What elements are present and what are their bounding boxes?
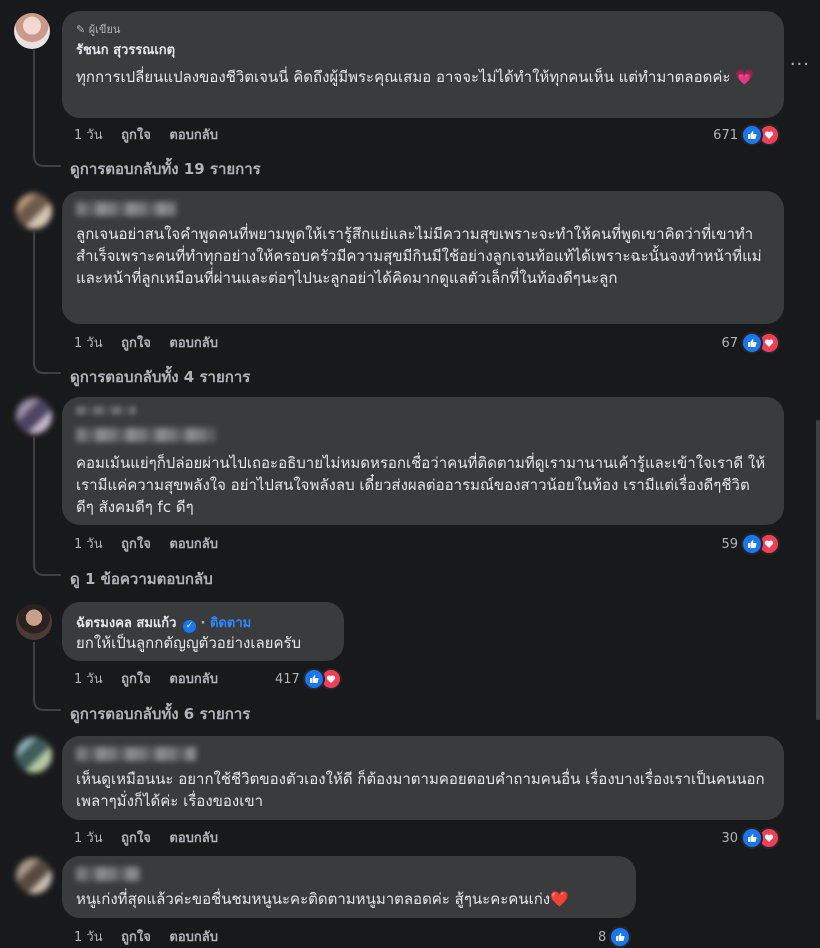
avatar[interactable] bbox=[16, 604, 52, 640]
hidden-author-badge bbox=[76, 406, 136, 415]
thread-line bbox=[33, 50, 35, 150]
comment-time[interactable]: 1 วัน bbox=[74, 672, 103, 687]
reaction-count: 8 bbox=[598, 929, 607, 945]
reaction-summary[interactable]: 59 bbox=[721, 533, 780, 555]
like-reaction-icon bbox=[302, 668, 325, 690]
view-replies-link[interactable]: ดูการตอบกลับทั้ง 19 รายการ bbox=[70, 157, 261, 181]
reaction-count: 59 bbox=[721, 536, 738, 552]
hidden-author-name bbox=[76, 867, 140, 881]
comment-text: คอมเม้นแย่ๆก็ปล่อยผ่านไปเถอะอธิบายไม่หมด… bbox=[76, 454, 766, 516]
comment-actions: 1 วัน ถูกใจ ตอบกลับ bbox=[74, 827, 232, 848]
comment-author-row: ฉัตรมงคล สมแก้ว ✓ · ติดตาม bbox=[76, 612, 251, 633]
like-reaction-icon bbox=[741, 533, 763, 555]
comment-text: เห็นดูเหมือนนะ อยากใช้ชีวิตของตัวเองให้ด… bbox=[76, 770, 765, 810]
comment-text: ทุกการเปลี่ยนแปลงของชีวิตเจนนี่ คิดถึงผู… bbox=[76, 68, 754, 86]
avatar[interactable] bbox=[16, 737, 52, 773]
reaction-summary[interactable]: 67 bbox=[721, 332, 780, 354]
reply-button[interactable]: ตอบกลับ bbox=[169, 336, 218, 351]
thread-connector bbox=[33, 557, 61, 576]
like-reaction-icon bbox=[741, 827, 763, 849]
reply-button[interactable]: ตอบกลับ bbox=[169, 537, 218, 552]
hidden-author-name bbox=[76, 428, 216, 442]
hidden-author-name bbox=[76, 202, 176, 216]
reply-button[interactable]: ตอบกลับ bbox=[169, 930, 218, 945]
view-replies-link[interactable]: ดูการตอบกลับทั้ง 4 รายการ bbox=[70, 365, 250, 389]
more-options-icon[interactable]: ··· bbox=[790, 54, 810, 75]
like-button[interactable]: ถูกใจ bbox=[121, 831, 151, 846]
comment-author[interactable]: รัชนก สุวรรณเกตุ bbox=[76, 39, 175, 60]
comment-text: ลูกเจนอย่าสนใจคำพูดคนที่พยามพูดให้เรารู้… bbox=[76, 225, 762, 287]
comment-actions: 1 วัน ถูกใจ ตอบกลับ bbox=[74, 124, 232, 145]
reaction-summary[interactable]: 671 bbox=[713, 124, 780, 146]
view-replies-link[interactable]: ดูการตอบกลับทั้ง 6 รายการ bbox=[70, 702, 250, 726]
like-button[interactable]: ถูกใจ bbox=[121, 537, 151, 552]
comment-actions: 1 วัน ถูกใจ ตอบกลับ bbox=[74, 926, 232, 947]
author-badge: ✎ ผู้เขียน bbox=[76, 23, 121, 36]
comment-time[interactable]: 1 วัน bbox=[74, 930, 103, 945]
like-reaction-icon bbox=[609, 926, 632, 948]
view-replies-link[interactable]: ดู 1 ข้อความตอบกลับ bbox=[70, 567, 213, 591]
like-button[interactable]: ถูกใจ bbox=[121, 336, 151, 351]
comment-bubble: หนูเก่งที่สุดแล้วค่ะขอชื่นชมหนูนะคะติดตา… bbox=[62, 856, 636, 918]
comment-actions: 1 วัน ถูกใจ ตอบกลับ bbox=[74, 533, 232, 554]
comment-text: หนูเก่งที่สุดแล้วค่ะขอชื่นชมหนูนะคะติดตา… bbox=[76, 890, 569, 908]
reaction-summary[interactable]: 8 bbox=[598, 926, 632, 948]
avatar[interactable] bbox=[16, 398, 52, 434]
reaction-count: 67 bbox=[721, 335, 738, 351]
author-badge-label: ผู้เขียน bbox=[88, 23, 121, 36]
thread-connector bbox=[33, 355, 61, 374]
comment-time[interactable]: 1 วัน bbox=[74, 831, 103, 846]
reaction-count: 30 bbox=[721, 830, 738, 846]
comment-actions: 1 วัน ถูกใจ ตอบกลับ bbox=[74, 668, 232, 689]
thread-line bbox=[33, 436, 35, 559]
avatar[interactable] bbox=[16, 858, 52, 894]
reaction-summary[interactable]: 30 bbox=[721, 827, 780, 849]
comment-time[interactable]: 1 วัน bbox=[74, 336, 103, 351]
thread-connector bbox=[33, 692, 61, 711]
avatar[interactable] bbox=[16, 193, 52, 229]
like-reaction-icon bbox=[741, 124, 763, 146]
comment-bubble: เห็นดูเหมือนนะ อยากใช้ชีวิตของตัวเองให้ด… bbox=[62, 736, 784, 820]
reply-button[interactable]: ตอบกลับ bbox=[169, 128, 218, 143]
comment-text: ยกให้เป็นลูกกตัญญูตัวอย่างเลยครับ bbox=[76, 634, 302, 652]
reaction-count: 671 bbox=[713, 127, 738, 143]
like-reaction-icon bbox=[741, 332, 763, 354]
hidden-author-name bbox=[76, 747, 196, 761]
thread-line bbox=[33, 642, 35, 694]
comment-bubble: คอมเม้นแย่ๆก็ปล่อยผ่านไปเถอะอธิบายไม่หมด… bbox=[62, 397, 784, 525]
reply-button[interactable]: ตอบกลับ bbox=[169, 672, 218, 687]
comment-actions: 1 วัน ถูกใจ ตอบกลับ bbox=[74, 332, 232, 353]
scrollbar[interactable] bbox=[816, 420, 820, 720]
comment-author[interactable]: ฉัตรมงคล สมแก้ว bbox=[76, 616, 176, 631]
separator-dot: · bbox=[200, 616, 206, 631]
like-button[interactable]: ถูกใจ bbox=[121, 930, 151, 945]
reaction-count: 417 bbox=[275, 671, 300, 687]
thread-connector bbox=[33, 148, 61, 167]
avatar[interactable] bbox=[14, 13, 50, 49]
thread-line bbox=[33, 231, 35, 357]
comment-bubble: ลูกเจนอย่าสนใจคำพูดคนที่พยามพูดให้เรารู้… bbox=[62, 191, 784, 324]
like-button[interactable]: ถูกใจ bbox=[121, 672, 151, 687]
comment-time[interactable]: 1 วัน bbox=[74, 128, 103, 143]
comment-time[interactable]: 1 วัน bbox=[74, 537, 103, 552]
comment-bubble: ✎ ผู้เขียน รัชนก สุวรรณเกตุ ทุกการเปลี่ย… bbox=[62, 11, 784, 118]
comment-bubble: ฉัตรมงคล สมแก้ว ✓ · ติดตาม ยกให้เป็นลูกก… bbox=[62, 602, 344, 661]
like-button[interactable]: ถูกใจ bbox=[121, 128, 151, 143]
reply-button[interactable]: ตอบกลับ bbox=[169, 831, 218, 846]
reaction-summary[interactable]: 417 bbox=[275, 668, 342, 690]
follow-button[interactable]: ติดตาม bbox=[210, 616, 251, 631]
